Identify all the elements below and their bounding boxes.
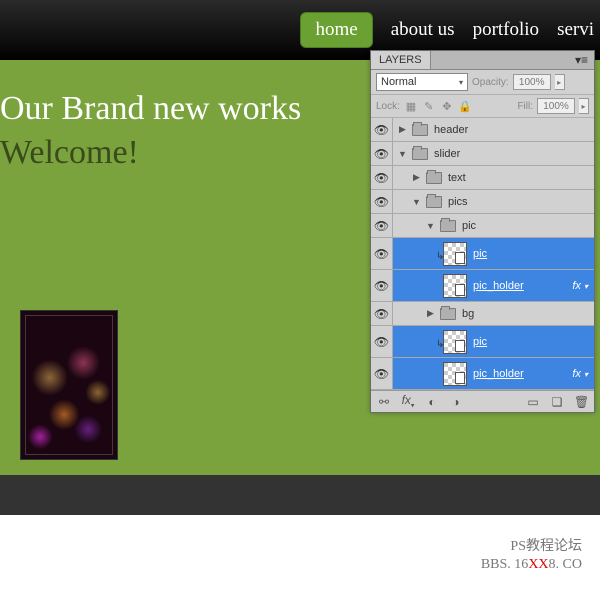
opacity-label: Opacity: xyxy=(472,77,509,88)
layer-name-label: pic_holder xyxy=(471,368,524,380)
watermark: PS教程论坛 BBS. 16XX8. CO xyxy=(0,515,600,589)
layer-row-6[interactable]: 👁 pic_holder fx ▾ xyxy=(371,270,594,302)
folder-icon xyxy=(426,196,442,208)
visibility-toggle[interactable]: 👁 xyxy=(371,166,393,189)
layers-tab[interactable]: LAYERS xyxy=(371,51,431,69)
adjustment-icon[interactable]: ◑ xyxy=(449,395,463,409)
blend-mode-select[interactable]: Normal▾ xyxy=(376,73,468,91)
layers-panel: LAYERS ▾≡ Normal▾ Opacity: 100%▸ Lock: ▦… xyxy=(370,50,595,413)
layer-row-1[interactable]: 👁 ▼ slider xyxy=(371,142,594,166)
lock-icons: ▦ ✎ ✥ 🔒 xyxy=(404,99,472,113)
layer-row-5[interactable]: 👁 ↳ pic xyxy=(371,238,594,270)
trash-icon[interactable]: 🗑 xyxy=(574,395,588,409)
chevron-down-icon[interactable]: ▼ xyxy=(425,221,436,231)
layer-name-label: pic xyxy=(460,220,476,232)
layer-name-label: pic xyxy=(471,336,487,348)
visibility-toggle[interactable]: 👁 xyxy=(371,190,393,213)
hero-title: Our Brand new works xyxy=(0,90,370,128)
visibility-toggle[interactable]: 👁 xyxy=(371,238,393,269)
chevron-down-icon[interactable]: ▼ xyxy=(397,149,408,159)
visibility-toggle[interactable]: 👁 xyxy=(371,358,393,389)
opacity-value[interactable]: 100% xyxy=(513,74,551,90)
fill-label: Fill: xyxy=(517,101,533,112)
layer-name-label: pic_holder xyxy=(471,280,524,292)
layer-thumbnail xyxy=(443,362,467,386)
folder-icon xyxy=(440,220,456,232)
layer-name-label: header xyxy=(432,124,468,136)
layer-row-3[interactable]: 👁 ▼ pics xyxy=(371,190,594,214)
layer-name-label: slider xyxy=(432,148,460,160)
fx-badge[interactable]: fx ▾ xyxy=(572,368,588,380)
fx-icon[interactable]: fx▾ xyxy=(401,393,415,409)
layer-row-2[interactable]: 👁 ▶ text xyxy=(371,166,594,190)
folder-icon xyxy=(412,124,428,136)
visibility-toggle[interactable]: 👁 xyxy=(371,118,393,141)
chevron-right-icon[interactable]: ▶ xyxy=(397,124,408,135)
layer-name-label: bg xyxy=(460,308,474,320)
watermark-line1: PS教程论坛 xyxy=(510,535,582,555)
layer-thumbnail xyxy=(443,274,467,298)
fx-badge[interactable]: fx ▾ xyxy=(572,280,588,292)
nav-portfolio[interactable]: portfolio xyxy=(473,19,540,41)
layer-row-0[interactable]: 👁 ▶ header xyxy=(371,118,594,142)
lock-transparent-icon[interactable]: ▦ xyxy=(404,99,418,113)
bokeh-thumbnail xyxy=(20,310,118,460)
watermark-line2: BBS. 16XX8. CO xyxy=(481,557,582,573)
layer-row-7[interactable]: 👁 ▶ bg xyxy=(371,302,594,326)
lock-label: Lock: xyxy=(376,101,400,112)
mask-icon[interactable]: ◐ xyxy=(425,395,439,409)
folder-icon xyxy=(426,172,442,184)
nav-home[interactable]: home xyxy=(300,12,372,48)
nav-about[interactable]: about us xyxy=(391,19,455,41)
visibility-toggle[interactable]: 👁 xyxy=(371,302,393,325)
new-layer-icon[interactable]: ❏ xyxy=(550,395,564,409)
visibility-toggle[interactable]: 👁 xyxy=(371,326,393,357)
layer-name-label: text xyxy=(446,172,466,184)
fill-value[interactable]: 100% xyxy=(537,98,575,114)
lock-position-icon[interactable]: ✥ xyxy=(440,99,454,113)
visibility-toggle[interactable]: 👁 xyxy=(371,142,393,165)
chevron-down-icon[interactable]: ▼ xyxy=(411,197,422,207)
layer-row-9[interactable]: 👁 pic_holder fx ▾ xyxy=(371,358,594,390)
footer-bar xyxy=(0,475,600,515)
group-icon[interactable]: ▭ xyxy=(526,395,540,409)
chevron-right-icon[interactable]: ▶ xyxy=(425,308,436,319)
layer-thumbnail: ↳ xyxy=(443,242,467,266)
hero-subtitle: Welcome! xyxy=(0,134,370,172)
panel-footer: ⚯ fx▾ ◐ ◑ ▭ ❏ 🗑 xyxy=(371,390,594,412)
panel-menu-icon[interactable]: ▾≡ xyxy=(569,51,594,69)
layer-row-4[interactable]: 👁 ▼ pic xyxy=(371,214,594,238)
lock-all-icon[interactable]: 🔒 xyxy=(458,99,472,113)
visibility-toggle[interactable]: 👁 xyxy=(371,214,393,237)
folder-icon xyxy=(440,308,456,320)
layer-row-8[interactable]: 👁 ↳ pic xyxy=(371,326,594,358)
opacity-caret[interactable]: ▸ xyxy=(555,74,565,90)
folder-icon xyxy=(412,148,428,160)
panel-tabs: LAYERS ▾≡ xyxy=(371,51,594,70)
layer-name-label: pic xyxy=(471,248,487,260)
lock-pixels-icon[interactable]: ✎ xyxy=(422,99,436,113)
layer-list: 👁 ▶ header 👁 ▼ slider 👁 ▶ text 👁 ▼ pics 👁 ▼ pic 👁 ↳ pic 👁 p… xyxy=(371,118,594,390)
nav-services[interactable]: servi xyxy=(557,19,594,41)
fill-caret[interactable]: ▸ xyxy=(579,98,589,114)
link-layers-icon[interactable]: ⚯ xyxy=(377,395,391,409)
layer-thumbnail: ↳ xyxy=(443,330,467,354)
layer-name-label: pics xyxy=(446,196,468,208)
visibility-toggle[interactable]: 👁 xyxy=(371,270,393,301)
chevron-right-icon[interactable]: ▶ xyxy=(411,172,422,183)
